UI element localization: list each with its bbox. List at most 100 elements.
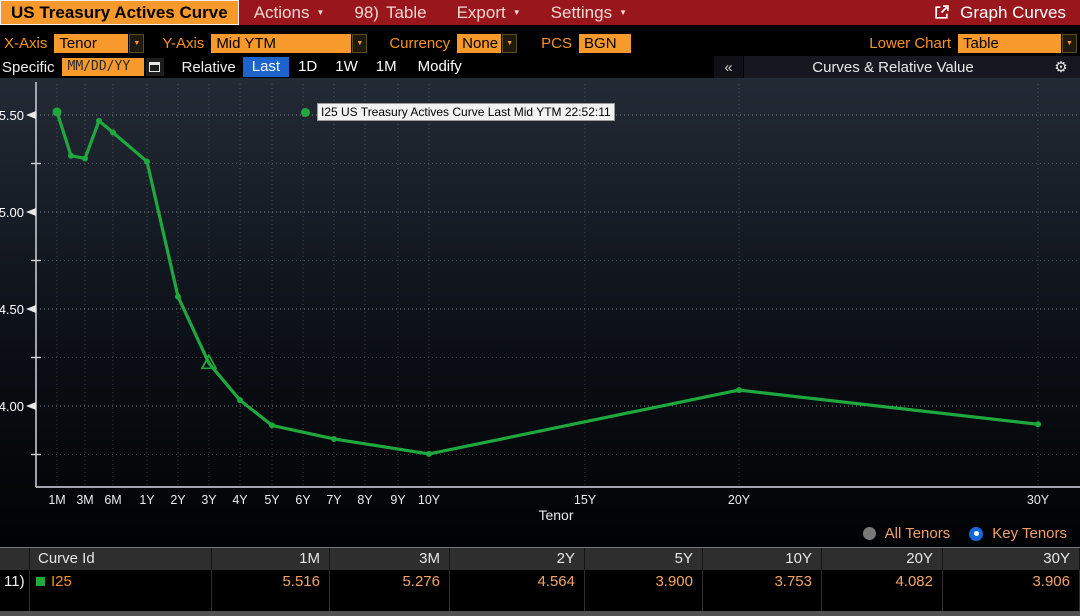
radio-selected-dot — [974, 531, 979, 536]
curve-point[interactable] — [269, 422, 275, 428]
panel-title: Curves & Relative Value — [744, 56, 1042, 78]
x-tick-label: 2Y — [170, 493, 186, 507]
value-3m: 5.276 — [330, 570, 450, 593]
y-axis-dropdown-button[interactable]: ▼ — [352, 34, 367, 53]
date-toolbar: Specific MM/DD/YY Relative Last 1D 1W 1M… — [0, 56, 1080, 78]
chart-legend: I25 US Treasury Actives Curve Last Mid Y… — [301, 103, 615, 121]
curve-point[interactable] — [175, 294, 181, 300]
header-2y: 2Y — [450, 548, 585, 570]
range-button-last[interactable]: Last — [243, 57, 289, 77]
y-tick-label: 5.50 — [0, 108, 24, 123]
pcs-field[interactable]: BGN — [579, 34, 631, 53]
x-tick-label: 15Y — [574, 493, 597, 507]
menu-settings[interactable]: Settings ▼ — [536, 0, 642, 25]
collapse-panel-button[interactable]: « — [714, 56, 744, 78]
x-axis-select[interactable]: Tenor — [54, 34, 128, 53]
curve-point[interactable] — [110, 129, 116, 135]
legend-marker-icon — [301, 108, 310, 117]
curve-point[interactable] — [1035, 421, 1041, 427]
yield-curve-chart: 5.505.004.504.001M3M6M1Y2Y3Y4Y5Y6Y7Y8Y9Y… — [0, 78, 1080, 547]
curve-point[interactable] — [144, 159, 150, 165]
y-tick-arrow-icon — [26, 402, 36, 410]
curve-point[interactable] — [68, 153, 74, 159]
top-menu-bar: US Treasury Actives Curve Actions ▼ 98) … — [0, 0, 1080, 28]
pcs-label: PCS — [541, 35, 572, 52]
key-tenors-radio[interactable] — [969, 527, 983, 541]
specific-label: Specific — [2, 59, 55, 76]
all-tenors-label[interactable]: All Tenors — [885, 525, 951, 542]
x-axis-dropdown-button[interactable]: ▼ — [129, 34, 144, 53]
app-title-tab[interactable]: US Treasury Actives Curve — [0, 0, 239, 25]
relative-label: Relative — [182, 59, 236, 76]
range-button-1w[interactable]: 1W — [326, 57, 367, 77]
specific-date-input[interactable]: MM/DD/YY — [62, 58, 144, 76]
range-button-1d[interactable]: 1D — [289, 57, 326, 77]
value-20y: 4.082 — [822, 570, 943, 593]
menu-actions-label: Actions — [254, 3, 310, 23]
header-5y: 5Y — [585, 548, 703, 570]
table-header-row: Curve Id 1M 3M 2Y 5Y 10Y 20Y 30Y — [0, 547, 1080, 570]
menu-table-shortcut: 98) — [354, 3, 379, 23]
curve-point[interactable] — [736, 387, 742, 393]
lower-chart-label: Lower Chart — [869, 35, 951, 52]
table-row[interactable]: 11) I25 5.516 5.276 4.564 3.900 3.753 4.… — [0, 570, 1080, 593]
axis-toolbar: X-Axis Tenor ▼ Y-Axis Mid YTM ▼ Currency… — [0, 31, 1080, 56]
bloomberg-terminal-window: US Treasury Actives Curve Actions ▼ 98) … — [0, 0, 1080, 616]
curve-point[interactable] — [53, 107, 62, 116]
bottom-scrollbar[interactable] — [0, 611, 1080, 616]
modify-button[interactable]: Modify — [409, 57, 471, 77]
gear-icon[interactable]: ⚙ — [1042, 56, 1080, 78]
all-tenors-radio[interactable] — [863, 527, 876, 540]
x-tick-label: 1Y — [139, 493, 155, 507]
x-tick-label: 8Y — [357, 493, 373, 507]
range-button-1m[interactable]: 1M — [367, 57, 406, 77]
calendar-button[interactable] — [146, 58, 164, 76]
curve-id-cell: I25 — [30, 570, 212, 593]
open-external-icon[interactable] — [933, 4, 950, 21]
row-number: 11) — [0, 570, 30, 593]
graph-curves-label[interactable]: Graph Curves — [960, 3, 1066, 23]
x-tick-label: 7Y — [326, 493, 342, 507]
menu-settings-label: Settings — [551, 3, 612, 23]
menu-actions[interactable]: Actions ▼ — [239, 0, 340, 25]
caret-down-icon: ▼ — [316, 8, 324, 17]
currency-label: Currency — [389, 35, 450, 52]
curve-point[interactable] — [237, 397, 243, 403]
header-10y: 10Y — [703, 548, 822, 570]
tenor-mode-switch: All Tenors Key Tenors — [863, 525, 1067, 542]
x-tick-label: 1M — [48, 493, 65, 507]
key-tenors-label[interactable]: Key Tenors — [992, 525, 1067, 542]
curve-point[interactable] — [426, 451, 432, 457]
lower-chart-select[interactable]: Table — [958, 34, 1061, 53]
curve-point[interactable] — [331, 436, 337, 442]
value-30y: 3.906 — [943, 570, 1080, 593]
menu-export-label: Export — [457, 3, 506, 23]
value-10y: 3.753 — [703, 570, 822, 593]
value-5y: 3.900 — [585, 570, 703, 593]
curve-point[interactable] — [82, 155, 88, 161]
table-empty-row — [0, 593, 1080, 611]
x-tick-label: 6Y — [295, 493, 311, 507]
caret-down-icon: ▼ — [619, 8, 627, 17]
header-20y: 20Y — [822, 548, 943, 570]
x-tick-label: 3M — [76, 493, 93, 507]
lower-chart-dropdown-button[interactable]: ▼ — [1062, 34, 1077, 53]
side-panel-header: « Curves & Relative Value ⚙ — [714, 56, 1080, 78]
y-tick-arrow-icon — [26, 111, 36, 119]
x-tick-label: 9Y — [390, 493, 406, 507]
x-axis-title: Tenor — [516, 507, 596, 523]
menu-table[interactable]: 98) Table — [339, 0, 441, 25]
y-axis-select[interactable]: Mid YTM — [211, 34, 351, 53]
x-tick-label: 6M — [104, 493, 121, 507]
currency-select[interactable]: None — [457, 34, 501, 53]
y-axis-label: Y-Axis — [162, 35, 204, 52]
y-tick-label: 4.50 — [0, 302, 24, 317]
caret-down-icon: ▼ — [513, 8, 521, 17]
menu-export[interactable]: Export ▼ — [442, 0, 536, 25]
legend-label: I25 US Treasury Actives Curve Last Mid Y… — [317, 103, 615, 121]
curve-point[interactable] — [96, 118, 102, 124]
curve-id-label: I25 — [51, 570, 72, 593]
header-30y: 30Y — [943, 548, 1080, 570]
currency-dropdown-button[interactable]: ▼ — [502, 34, 517, 53]
header-3m: 3M — [330, 548, 450, 570]
